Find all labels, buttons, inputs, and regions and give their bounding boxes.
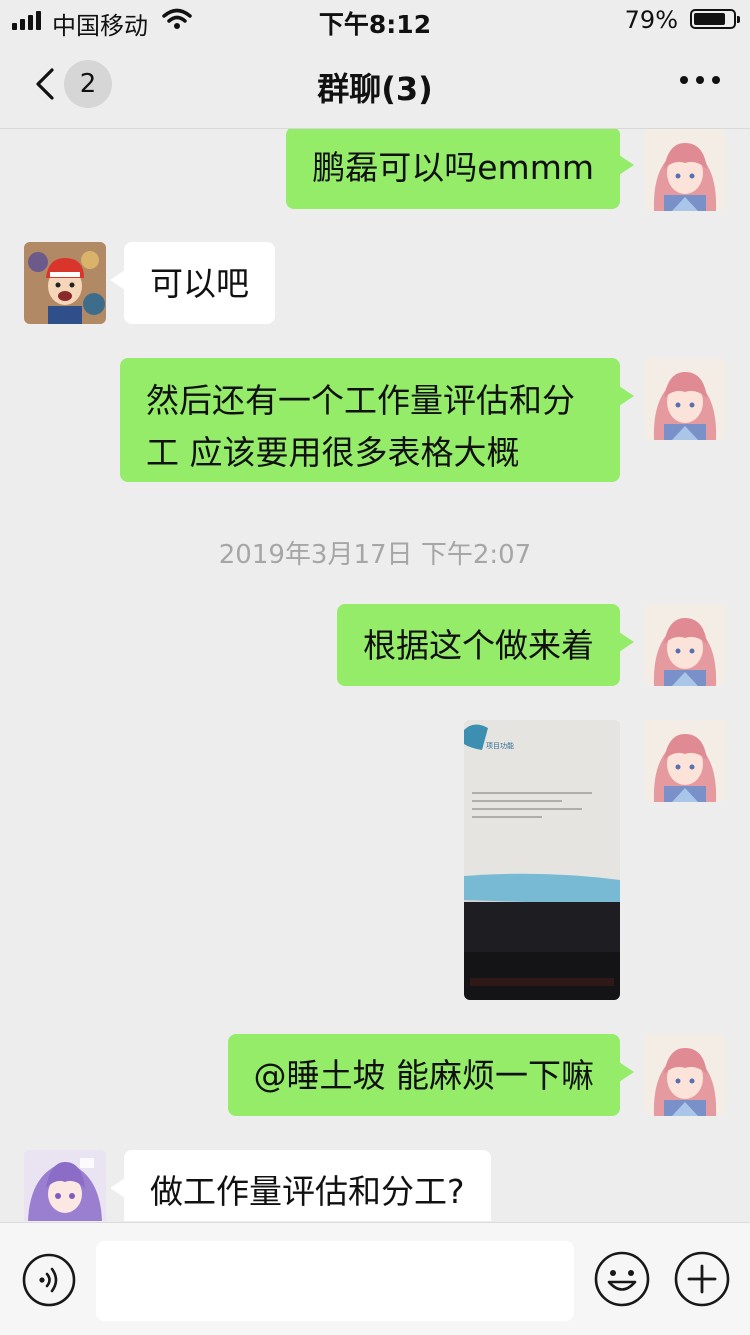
- message-timestamp: 2019年3月17日 下午2:07: [218, 540, 532, 570]
- member-avatar[interactable]: [24, 242, 106, 324]
- voice-icon[interactable]: [22, 1253, 76, 1307]
- plus-icon[interactable]: [674, 1251, 730, 1307]
- input-bar: [0, 1222, 750, 1335]
- emoji-icon[interactable]: [594, 1251, 650, 1307]
- member-avatar[interactable]: [24, 1150, 106, 1221]
- my-avatar[interactable]: [644, 1034, 726, 1116]
- more-dots-icon[interactable]: [680, 76, 720, 84]
- my-avatar[interactable]: [644, 604, 726, 686]
- message-input[interactable]: [96, 1241, 574, 1321]
- message-bubble-incoming[interactable]: 可以吧: [110, 242, 275, 324]
- image-title-text: 项目功能: [486, 741, 514, 750]
- my-avatar[interactable]: [644, 129, 726, 211]
- battery-percent: 79%: [624, 6, 678, 34]
- chat-header: 2 群聊(3): [0, 40, 750, 129]
- chat-title: 群聊(3): [317, 70, 433, 108]
- message-bubble-outgoing[interactable]: 鹏磊可以吗emmm: [286, 129, 634, 209]
- message-bubble-outgoing[interactable]: @睡土坡 能麻烦一下嘛: [227, 1034, 634, 1116]
- my-avatar[interactable]: [644, 358, 726, 440]
- message-bubble-outgoing[interactable]: 根据这个做来着: [337, 604, 634, 686]
- battery-icon: [690, 9, 740, 29]
- status-bar: 中国移动 下午8:12 79%: [0, 0, 750, 40]
- my-avatar[interactable]: [644, 720, 726, 802]
- message-bubble-incoming[interactable]: 做工作量评估和分工?: [110, 1150, 491, 1221]
- message-bubble-outgoing[interactable]: 然后还有一个工作量评估和分工 应该要用很多表格大概: [120, 358, 634, 482]
- image-message[interactable]: 项目功能: [464, 720, 620, 1000]
- message-list[interactable]: 鹏磊可以吗emmm 可以吧 然后还有一个工作量评估和分工 应该要用很多表格大概 …: [0, 129, 750, 1221]
